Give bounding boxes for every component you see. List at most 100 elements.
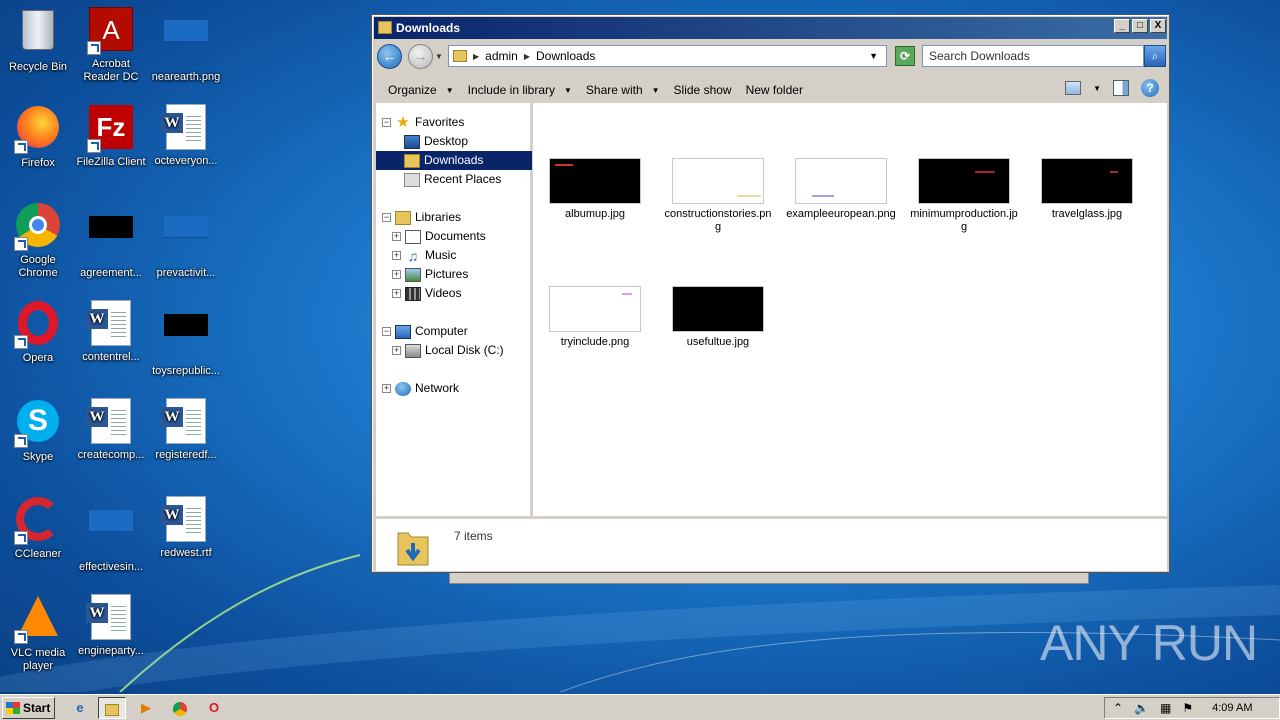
slide-show-button[interactable]: Slide show	[667, 78, 739, 102]
change-view-icon[interactable]	[1065, 81, 1082, 95]
volume-icon[interactable]: 🔈	[1134, 701, 1149, 715]
file-item[interactable]: usefultue.jpg	[663, 286, 773, 349]
back-button[interactable]: ←	[377, 44, 402, 69]
desktop-icon-redwest[interactable]: W redwest.rtf	[148, 496, 224, 560]
show-hidden-icons-icon[interactable]: ⌃	[1113, 701, 1123, 715]
desktop-icon-label: prevactivit...	[156, 267, 216, 279]
recent-pages-dropdown-icon[interactable]: ▼	[435, 52, 443, 61]
expand-icon[interactable]: +	[392, 232, 401, 241]
opera-taskbar-icon[interactable]: O	[200, 697, 228, 719]
close-button[interactable]: X	[1150, 19, 1166, 33]
file-item[interactable]: albumup.jpg	[540, 158, 650, 221]
nav-recent-places[interactable]: Recent Places	[404, 170, 501, 189]
expand-icon[interactable]: +	[392, 251, 401, 260]
nav-label: Network	[415, 381, 460, 395]
file-item[interactable]: minimumproduction.jpg	[909, 158, 1019, 234]
desktop-icon-createcomp[interactable]: W createcomp...	[73, 398, 149, 462]
item-count: 7 items	[454, 529, 493, 543]
expand-icon[interactable]: +	[392, 346, 401, 355]
include-in-library-button[interactable]: Include in library ▼	[461, 78, 579, 102]
view-dropdown-icon[interactable]: ▼	[1093, 84, 1101, 93]
breadcrumb-admin[interactable]: admin	[485, 49, 518, 63]
expand-icon[interactable]: +	[392, 289, 401, 298]
desktop-icon-recycle-bin[interactable]: Recycle Bin	[0, 6, 76, 74]
desktop-icon-engineparty[interactable]: W engineparty...	[73, 594, 149, 658]
help-icon[interactable]: ?	[1141, 79, 1159, 97]
file-item[interactable]: exampleeuropean.png	[786, 158, 896, 221]
nav-desktop[interactable]: Desktop	[404, 132, 468, 151]
breadcrumb-separator-icon[interactable]: ▶	[524, 52, 530, 61]
collapse-icon[interactable]: −	[382, 213, 391, 222]
desktop-icon-label: VLC media player	[10, 647, 66, 672]
desktop-icon-acrobat[interactable]: A Acrobat Reader DC	[73, 6, 149, 84]
chevron-down-icon: ▼	[651, 85, 660, 95]
breadcrumb-separator-icon[interactable]: ▶	[473, 52, 479, 61]
chrome-taskbar-icon[interactable]	[166, 697, 194, 719]
desktop-icon-contentrel[interactable]: W contentrel...	[73, 300, 149, 364]
file-item[interactable]: tryinclude.png	[540, 286, 650, 349]
filezilla-icon: Fz	[87, 105, 135, 153]
word-document-icon: W	[86, 398, 135, 446]
desktop-icon-prevactivit[interactable]: prevactivit...	[148, 202, 224, 280]
expand-icon[interactable]: +	[392, 270, 401, 279]
explorer-taskbar-button[interactable]	[98, 697, 126, 719]
nav-music[interactable]: + ♫ Music	[392, 246, 456, 265]
address-field[interactable]: ▶ admin ▶ Downloads ▼	[448, 45, 887, 67]
collapse-icon[interactable]: −	[382, 327, 391, 336]
clock[interactable]: 4:09 AM	[1212, 702, 1252, 714]
ccleaner-icon	[14, 497, 62, 545]
file-item[interactable]: travelglass.jpg	[1032, 158, 1142, 221]
search-button[interactable]: ⌕	[1144, 45, 1166, 67]
desktop-icon-filezilla[interactable]: Fz FileZilla Client	[73, 104, 149, 169]
action-center-flag-icon[interactable]: ⚑	[1182, 701, 1193, 715]
desktop-icon-label: effectivesin...	[79, 561, 143, 573]
desktop-icon-skype[interactable]: S Skype	[0, 398, 76, 464]
desktop-icon-octeveryon[interactable]: W octeveryon...	[148, 104, 224, 168]
file-item[interactable]: constructionstories.png	[663, 158, 773, 234]
nav-network[interactable]: + Network	[382, 379, 459, 398]
nav-computer[interactable]: − Computer	[382, 322, 468, 341]
desktop-icon-label: octeveryon...	[154, 155, 218, 167]
internet-explorer-taskbar-icon[interactable]: e	[66, 697, 94, 719]
nav-pictures[interactable]: + Pictures	[392, 265, 468, 284]
preview-pane-icon[interactable]	[1113, 80, 1129, 96]
desktop-icon-toysrepublic[interactable]: toysrepublic...	[148, 300, 224, 378]
minimize-button[interactable]: _	[1114, 19, 1130, 33]
refresh-button[interactable]: ⟳	[895, 46, 915, 66]
desktop-icon-label: registeredf...	[155, 449, 217, 461]
network-tray-icon[interactable]: ▦	[1160, 701, 1171, 715]
expand-icon[interactable]: +	[382, 384, 391, 393]
desktop-icon-agreement[interactable]: agreement...	[73, 202, 149, 280]
forward-button[interactable]: →	[408, 44, 433, 69]
desktop-icon-registeredf[interactable]: W registeredf...	[148, 398, 224, 462]
nav-label: Pictures	[425, 267, 469, 281]
nav-local-disk[interactable]: + Local Disk (C:)	[392, 341, 504, 360]
nav-downloads[interactable]: Downloads	[376, 151, 532, 170]
collapse-icon[interactable]: −	[382, 118, 391, 127]
desktop-icon-chrome[interactable]: Google Chrome	[0, 202, 76, 280]
organize-button[interactable]: Organize ▼	[381, 78, 461, 102]
maximize-button[interactable]: □	[1132, 19, 1148, 33]
nav-favorites[interactable]: − ★ Favorites	[382, 113, 464, 132]
window-titlebar[interactable]: Downloads _ □ X	[374, 17, 1167, 39]
desktop-icon-vlc[interactable]: VLC media player	[0, 594, 76, 673]
nav-documents[interactable]: + Documents	[392, 227, 486, 246]
desktop-icon-label: Google Chrome	[18, 254, 58, 279]
desktop-icon-opera[interactable]: Opera	[0, 300, 76, 365]
nav-libraries[interactable]: − Libraries	[382, 208, 461, 227]
search-input[interactable]: Search Downloads	[922, 45, 1144, 67]
breadcrumb-downloads[interactable]: Downloads	[536, 49, 595, 63]
desktop-icon-nearearth[interactable]: nearearth.png	[148, 6, 224, 84]
address-dropdown-icon[interactable]: ▼	[869, 51, 878, 61]
start-button[interactable]: Start	[2, 697, 55, 719]
share-with-button[interactable]: Share with ▼	[579, 78, 667, 102]
desktop-icon-ccleaner[interactable]: CCleaner	[0, 496, 76, 561]
vlc-cone-icon	[14, 596, 62, 644]
file-list: albumup.jpg constructionstories.png exam…	[536, 103, 1167, 516]
nav-videos[interactable]: + Videos	[392, 284, 461, 303]
desktop-icon-label: Opera	[22, 352, 54, 364]
new-folder-button[interactable]: New folder	[739, 78, 810, 102]
desktop-icon-firefox[interactable]: Firefox	[0, 104, 76, 170]
media-player-taskbar-icon[interactable]: ▶	[132, 697, 160, 719]
desktop-icon-effectivesin[interactable]: effectivesin...	[73, 496, 149, 574]
